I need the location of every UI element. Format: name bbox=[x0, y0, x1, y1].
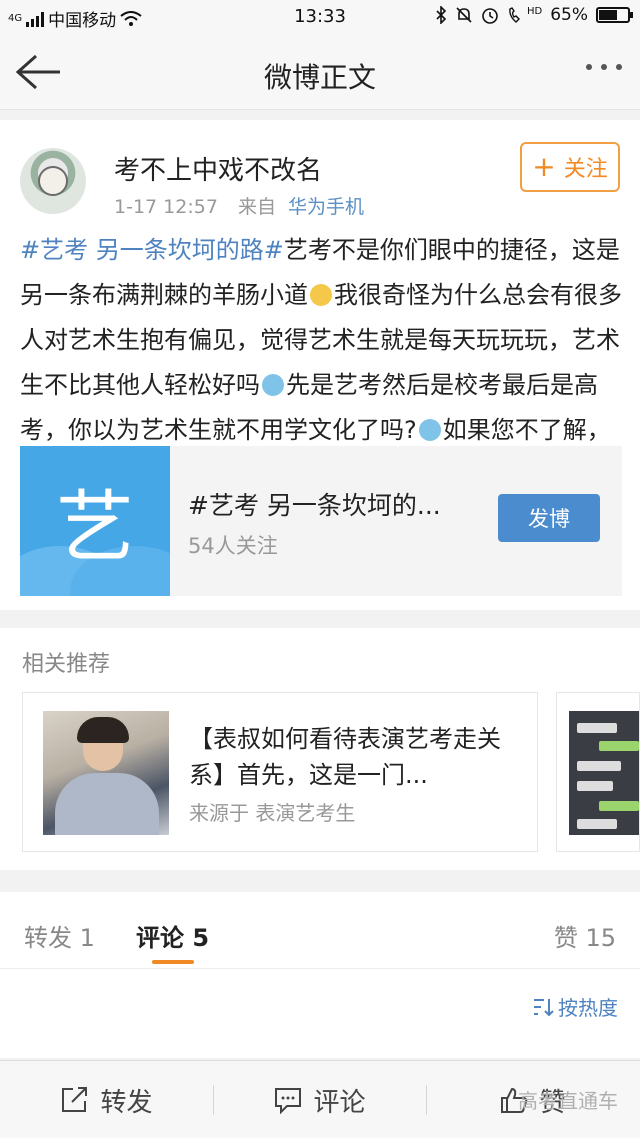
status-bar: 4G 中国移动 13:33 HD 65% bbox=[0, 0, 640, 34]
more-options-icon[interactable] bbox=[586, 64, 622, 70]
tired-emoji-icon bbox=[262, 374, 284, 396]
smile-emoji-icon bbox=[310, 284, 332, 306]
sort-icon bbox=[534, 998, 554, 1016]
repost-label: 转发 bbox=[100, 1087, 153, 1118]
interaction-tabs: 转发 1 评论 5 赞 15 按热度 bbox=[0, 892, 640, 1058]
related-card-next[interactable] bbox=[556, 692, 640, 852]
comment-button[interactable]: 评论 bbox=[213, 1061, 426, 1138]
related-thumbnail bbox=[43, 711, 169, 835]
post-meta: 1-17 12:57 来自 华为手机 bbox=[114, 192, 364, 219]
bluetooth-icon bbox=[436, 6, 447, 24]
source-prefix: 来自 bbox=[237, 196, 276, 218]
page-title: 微博正文 bbox=[263, 61, 376, 94]
sort-label: 按热度 bbox=[558, 996, 618, 1020]
tired-emoji-icon bbox=[418, 419, 441, 441]
weibo-post: 考不上中戏不改名 1-17 12:57 来自 华为手机 + 关注 #艺考 另一条… bbox=[0, 120, 640, 610]
hd-call-icon bbox=[509, 7, 520, 23]
topic-card[interactable]: 艺 #艺考 另一条坎坷的... 54人关注 发博 bbox=[20, 446, 622, 596]
tab-comment[interactable]: 评论 5 bbox=[136, 918, 209, 953]
battery-level bbox=[599, 10, 618, 20]
related-card[interactable]: 【表叔如何看待表演艺考走关系】首先，这是一门... 来源于 表演艺考生 bbox=[22, 692, 538, 852]
plus-icon: + bbox=[532, 150, 556, 183]
repost-button[interactable]: 转发 bbox=[0, 1061, 213, 1138]
related-title: 相关推荐 bbox=[22, 652, 111, 677]
nav-bar: 微博正文 bbox=[0, 34, 640, 110]
user-name[interactable]: 考不上中戏不改名 bbox=[114, 150, 322, 187]
mute-bell-icon bbox=[456, 7, 472, 23]
topic-hashtag[interactable]: #艺考 另一条坎坷的路# bbox=[20, 236, 284, 264]
repost-icon bbox=[62, 1087, 88, 1112]
comment-label: 评论 bbox=[313, 1087, 366, 1118]
sort-button[interactable]: 按热度 bbox=[532, 992, 618, 1021]
topic-title: #艺考 另一条坎坷的... bbox=[188, 491, 441, 520]
alarm-icon bbox=[482, 8, 498, 24]
watermark: 高考直通车 bbox=[518, 1089, 618, 1113]
battery-percent: 65% bbox=[550, 5, 588, 25]
tab-repost[interactable]: 转发 1 bbox=[24, 918, 95, 953]
battery-icon bbox=[596, 7, 633, 23]
post-timestamp: 1-17 12:57 bbox=[114, 196, 218, 218]
related-section: 相关推荐 【表叔如何看待表演艺考走关系】首先，这是一门... 来源于 表演艺考生 bbox=[0, 628, 640, 870]
topic-followers: 54人关注 bbox=[188, 534, 278, 558]
avatar[interactable] bbox=[20, 148, 86, 214]
active-tab-indicator bbox=[152, 960, 194, 964]
status-right: HD 65% bbox=[435, 5, 633, 25]
follow-button[interactable]: + 关注 bbox=[520, 142, 620, 192]
bottom-action-bar: 转发 评论 赞 高考直通车 bbox=[0, 1060, 640, 1138]
follow-label: 关注 bbox=[563, 157, 608, 182]
tab-like[interactable]: 赞 15 bbox=[554, 918, 616, 953]
comment-icon bbox=[275, 1088, 302, 1114]
related-card-source: 来源于 表演艺考生 bbox=[189, 801, 356, 825]
topic-image: 艺 bbox=[20, 446, 170, 596]
related-card-text: 【表叔如何看待表演艺考走关系】首先，这是一门... bbox=[189, 725, 501, 789]
publish-button[interactable]: 发博 bbox=[498, 494, 600, 542]
related-thumbnail-chat bbox=[569, 711, 639, 835]
post-source[interactable]: 华为手机 bbox=[288, 196, 364, 218]
hd-label: HD bbox=[526, 5, 543, 17]
divider bbox=[0, 968, 640, 969]
